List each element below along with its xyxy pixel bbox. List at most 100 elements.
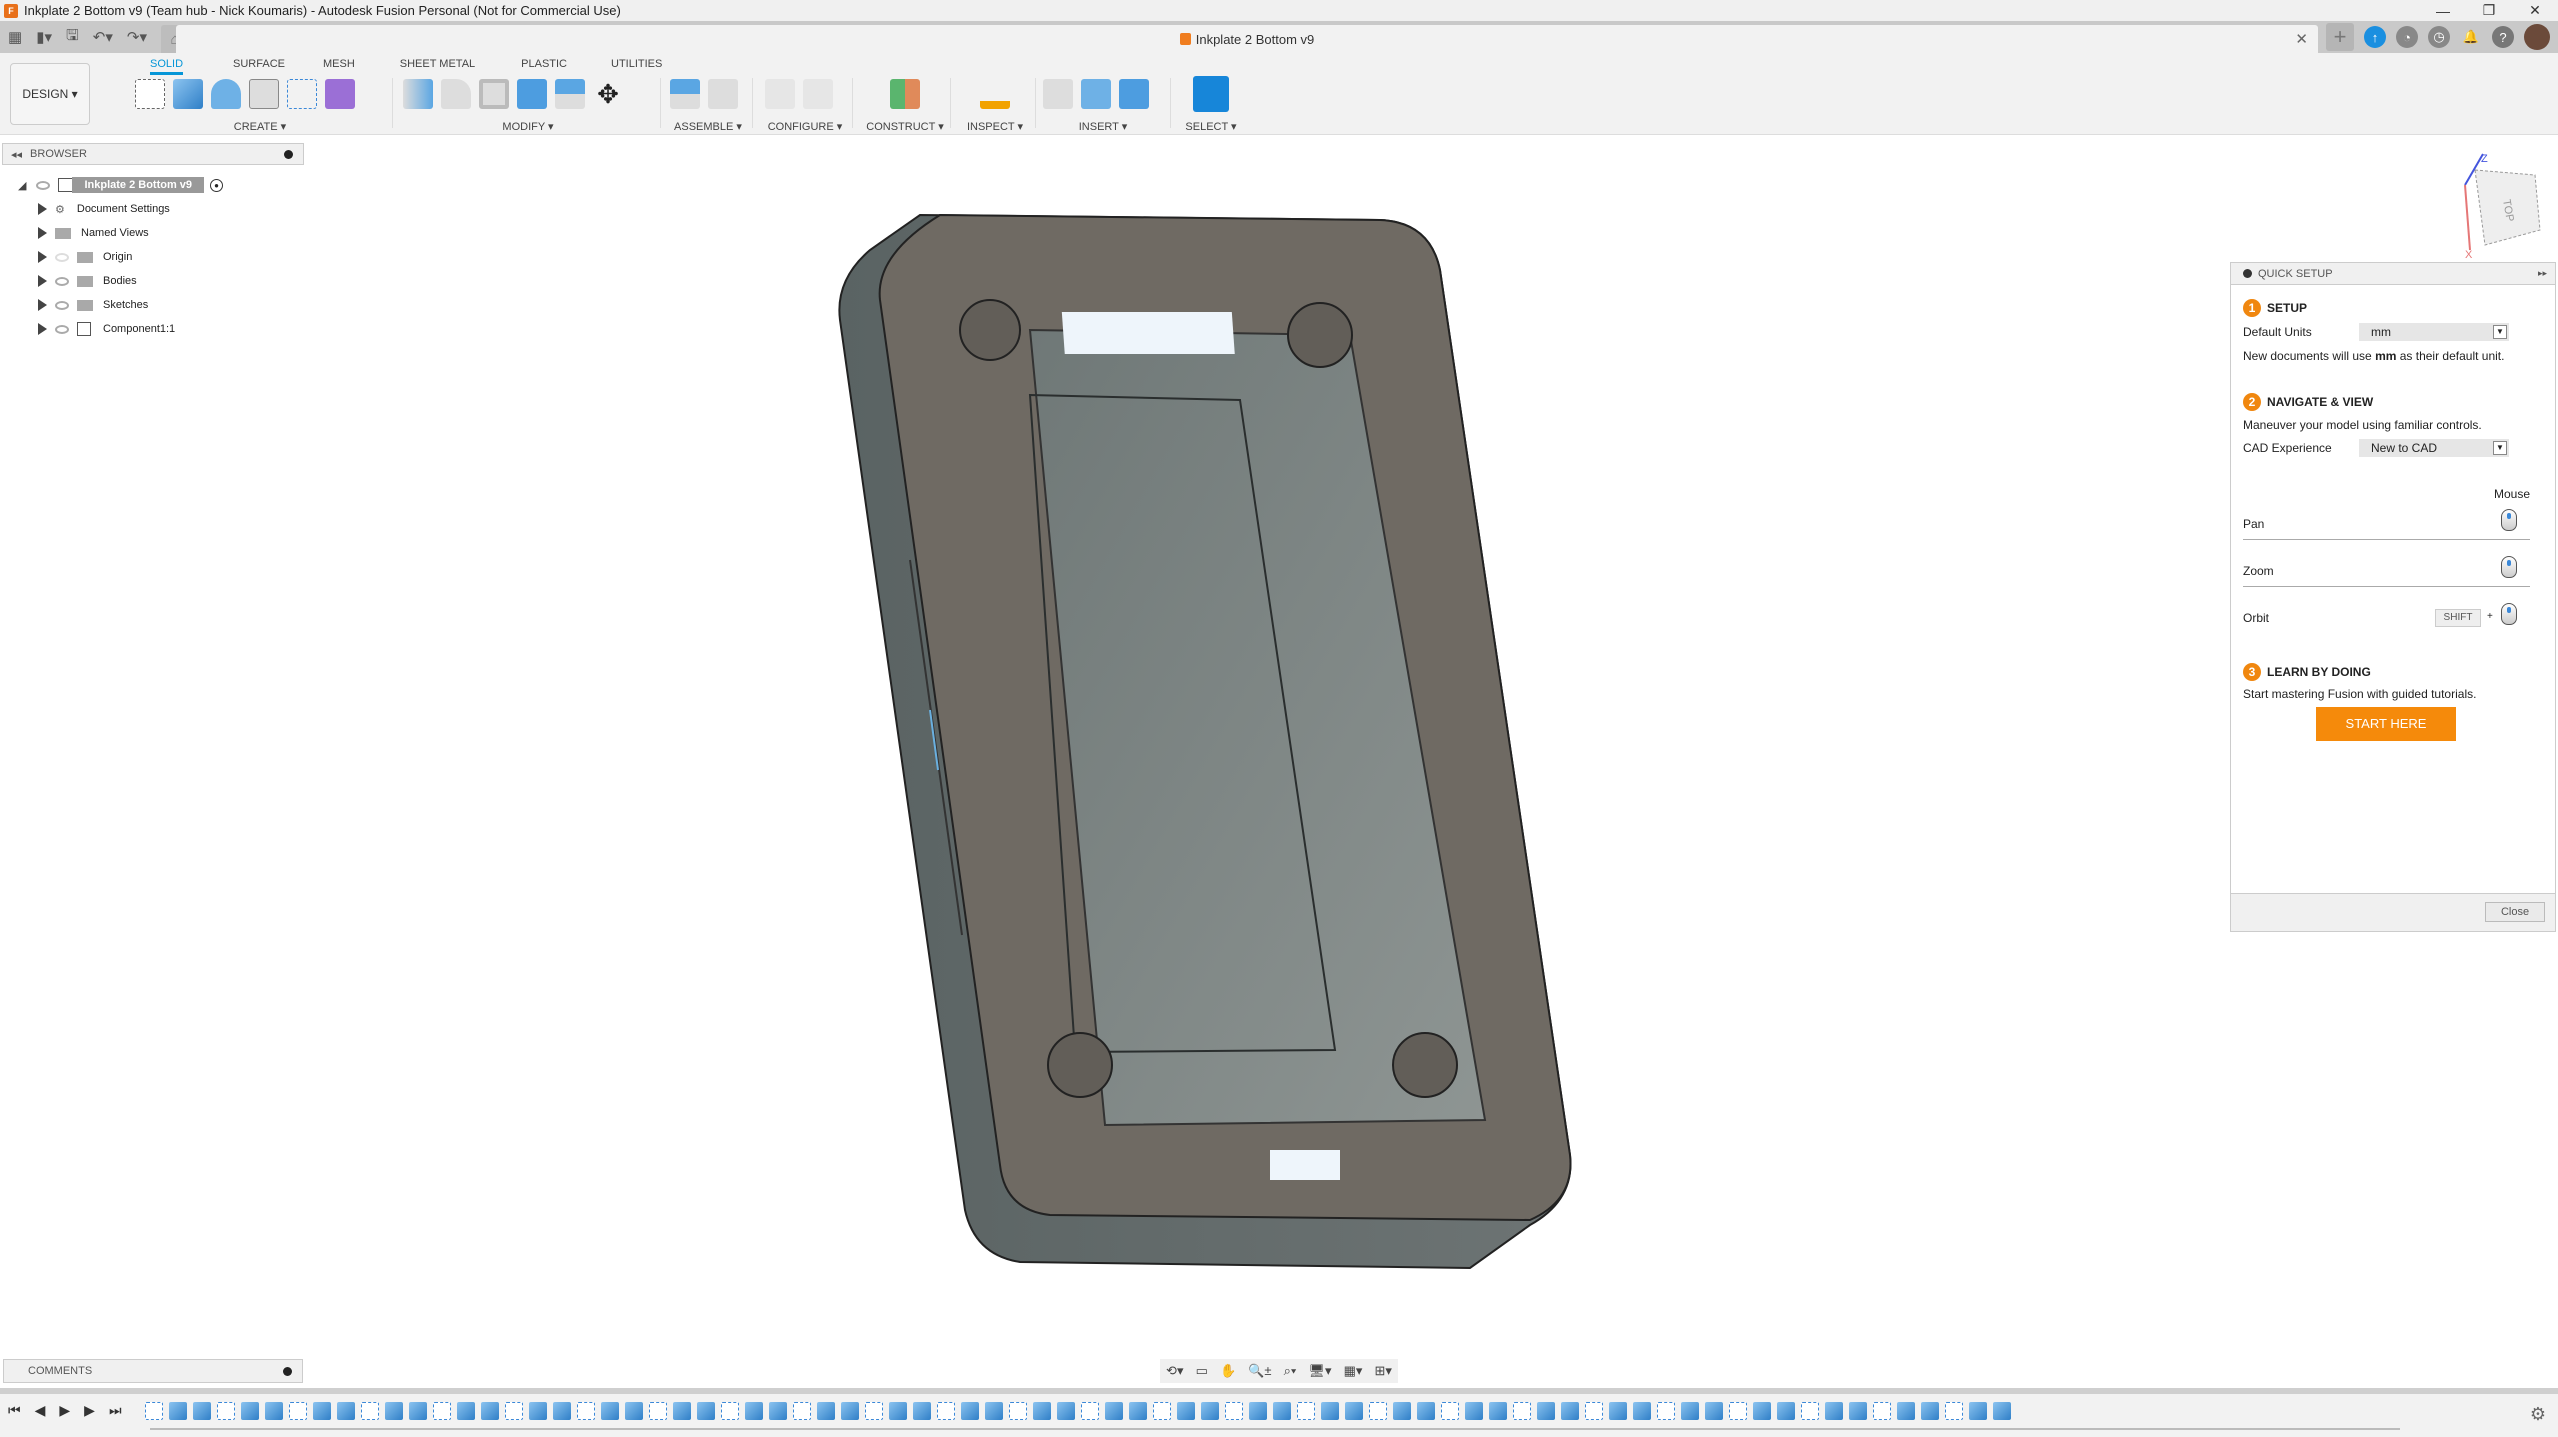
- timeline-feature[interactable]: [985, 1402, 1003, 1420]
- undo-icon[interactable]: ↶▾: [93, 28, 113, 46]
- extrude-icon[interactable]: [173, 79, 203, 109]
- visibility-eye-icon[interactable]: [36, 180, 51, 190]
- configure-menu[interactable]: CONFIGURE ▾: [765, 120, 845, 133]
- new-component-icon[interactable]: [670, 79, 700, 109]
- default-units-select[interactable]: mm ▼: [2359, 323, 2509, 341]
- browser-panel-header[interactable]: ◂◂ BROWSER: [2, 143, 304, 165]
- create-form-icon[interactable]: [325, 79, 355, 109]
- timeline-feature[interactable]: [889, 1402, 907, 1420]
- zoom-icon[interactable]: 🔍±: [1248, 1363, 1271, 1379]
- timeline-feature[interactable]: [1825, 1402, 1843, 1420]
- browser-item-named-views[interactable]: Named Views: [38, 222, 149, 244]
- timeline-feature[interactable]: [169, 1402, 187, 1420]
- timeline-feature[interactable]: [1201, 1402, 1219, 1420]
- help-icon[interactable]: ?: [2492, 26, 2514, 48]
- split-body-icon[interactable]: [555, 79, 585, 109]
- close-tab-icon[interactable]: ✕: [2295, 30, 2308, 48]
- timeline-feature[interactable]: [649, 1402, 667, 1420]
- timeline-feature[interactable]: [1393, 1402, 1411, 1420]
- configure-icon[interactable]: [765, 79, 795, 109]
- select-icon[interactable]: [1193, 76, 1229, 112]
- timeline-feature[interactable]: [361, 1402, 379, 1420]
- pattern-icon[interactable]: [287, 79, 317, 109]
- dropdown-arrow-icon[interactable]: ▼: [2493, 325, 2507, 339]
- insert-canvas-icon[interactable]: [1119, 79, 1149, 109]
- timeline-feature[interactable]: [1177, 1402, 1195, 1420]
- activate-radio-icon[interactable]: ●: [210, 178, 224, 192]
- press-pull-icon[interactable]: [403, 79, 433, 109]
- timeline-feature[interactable]: [505, 1402, 523, 1420]
- timeline-feature[interactable]: [937, 1402, 955, 1420]
- timeline-feature[interactable]: [577, 1402, 595, 1420]
- timeline-feature[interactable]: [1873, 1402, 1891, 1420]
- browser-item-bodies[interactable]: Bodies: [38, 270, 137, 292]
- expand-icon[interactable]: [38, 323, 47, 335]
- create-menu[interactable]: CREATE ▾: [135, 120, 385, 133]
- timeline-feature[interactable]: [1297, 1402, 1315, 1420]
- step-forward-button[interactable]: ▶: [84, 1402, 95, 1419]
- revolve-icon[interactable]: [211, 79, 241, 109]
- timeline-feature[interactable]: [625, 1402, 643, 1420]
- expand-icon[interactable]: [38, 275, 47, 287]
- dropdown-arrow-icon[interactable]: ▼: [2493, 441, 2507, 455]
- create-sketch-icon[interactable]: [135, 79, 165, 109]
- new-tab-icon[interactable]: +: [2326, 23, 2354, 51]
- timeline-feature[interactable]: [1321, 1402, 1339, 1420]
- expand-icon[interactable]: [38, 251, 47, 263]
- go-to-end-button[interactable]: ⏭: [109, 1402, 122, 1419]
- timeline-feature[interactable]: [817, 1402, 835, 1420]
- display-settings-icon[interactable]: 🖥▾: [1309, 1363, 1332, 1379]
- tab-sheet-metal[interactable]: SHEET METAL: [400, 56, 475, 75]
- timeline-feature[interactable]: [673, 1402, 691, 1420]
- workspace-switcher[interactable]: DESIGN ▾: [10, 63, 90, 125]
- timeline-feature[interactable]: [481, 1402, 499, 1420]
- timeline-feature[interactable]: [793, 1402, 811, 1420]
- fit-icon[interactable]: ⌕▾: [1284, 1363, 1297, 1379]
- timeline-feature[interactable]: [289, 1402, 307, 1420]
- timeline-feature[interactable]: [1921, 1402, 1939, 1420]
- job-status-icon[interactable]: ◷: [2428, 26, 2450, 48]
- minimize-button[interactable]: —: [2420, 0, 2466, 21]
- collapse-panel-icon[interactable]: [2243, 269, 2252, 278]
- timeline-feature[interactable]: [1969, 1402, 1987, 1420]
- timeline-feature[interactable]: [553, 1402, 571, 1420]
- timeline-feature[interactable]: [1729, 1402, 1747, 1420]
- 3d-viewport[interactable]: [0, 136, 2558, 1356]
- apps-grid-icon[interactable]: ▦: [8, 28, 22, 46]
- timeline-feature[interactable]: [1225, 1402, 1243, 1420]
- timeline-feature[interactable]: [193, 1402, 211, 1420]
- root-component-label[interactable]: Inkplate 2 Bottom v9: [72, 177, 205, 193]
- go-to-start-button[interactable]: ⏮: [8, 1402, 21, 1419]
- timeline-feature[interactable]: [1057, 1402, 1075, 1420]
- timeline-feature[interactable]: [1945, 1402, 1963, 1420]
- enclosure-model[interactable]: [838, 213, 1572, 1270]
- file-menu-icon[interactable]: ▮▾: [36, 28, 52, 46]
- timeline-feature[interactable]: [1417, 1402, 1435, 1420]
- timeline-feature[interactable]: [1801, 1402, 1819, 1420]
- timeline-feature[interactable]: [433, 1402, 451, 1420]
- joint-icon[interactable]: [708, 79, 738, 109]
- timeline-feature[interactable]: [1009, 1402, 1027, 1420]
- timeline-feature[interactable]: [1753, 1402, 1771, 1420]
- view-cube[interactable]: Z X TOP: [2445, 150, 2555, 260]
- timeline-feature[interactable]: [241, 1402, 259, 1420]
- timeline-feature[interactable]: [1705, 1402, 1723, 1420]
- timeline-feature[interactable]: [313, 1402, 331, 1420]
- fillet-icon[interactable]: [441, 79, 471, 109]
- timeline-feature[interactable]: [865, 1402, 883, 1420]
- hole-icon[interactable]: [249, 79, 279, 109]
- assemble-menu[interactable]: ASSEMBLE ▾: [670, 120, 746, 133]
- timeline-feature[interactable]: [1441, 1402, 1459, 1420]
- timeline-feature[interactable]: [913, 1402, 931, 1420]
- insert-derive-icon[interactable]: [1043, 79, 1073, 109]
- timeline-feature[interactable]: [697, 1402, 715, 1420]
- timeline-feature[interactable]: [1105, 1402, 1123, 1420]
- browser-root[interactable]: ◢ Inkplate 2 Bottom v9 ●: [18, 174, 224, 196]
- timeline-feature[interactable]: [601, 1402, 619, 1420]
- expand-icon[interactable]: [38, 203, 47, 215]
- construct-menu[interactable]: CONSTRUCT ▾: [865, 120, 945, 133]
- move-copy-icon[interactable]: ✥: [593, 79, 623, 109]
- visibility-eye-icon[interactable]: [55, 300, 69, 310]
- timeline-feature[interactable]: [769, 1402, 787, 1420]
- close-button[interactable]: Close: [2485, 902, 2545, 922]
